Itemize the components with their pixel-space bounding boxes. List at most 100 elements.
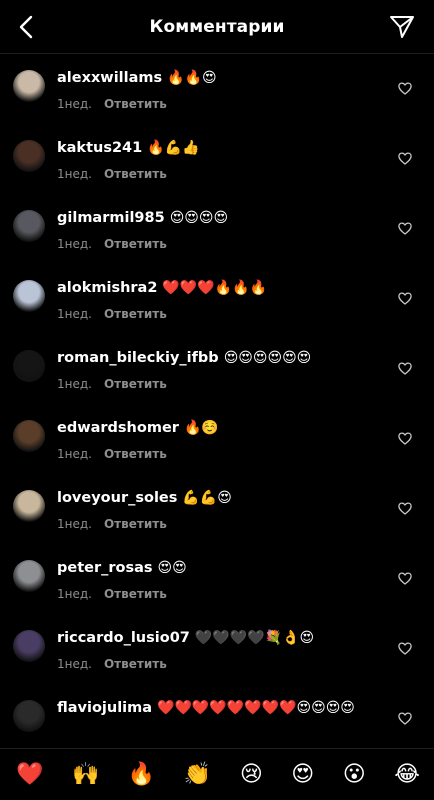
comment-username[interactable]: flaviojulima — [57, 700, 152, 716]
comment-username[interactable]: roman_bileckiy_ifbb — [57, 350, 219, 366]
comment-meta: 1нед. Ответить — [57, 167, 167, 181]
comment-row: flaviojulima ❤️❤️❤️❤️❤️❤️❤️❤️😍😍😍😍 — [0, 684, 434, 748]
comment-body: 😍😍😍😍 — [169, 210, 229, 226]
like-button[interactable] — [398, 572, 412, 586]
avatar[interactable] — [13, 700, 45, 732]
avatar[interactable] — [13, 560, 45, 592]
reply-button[interactable]: Ответить — [104, 377, 167, 391]
like-button[interactable] — [398, 712, 412, 726]
comment-timestamp: 1нед. — [57, 657, 92, 671]
avatar[interactable] — [13, 630, 45, 662]
comment-username[interactable]: peter_rosas — [57, 560, 153, 576]
page-title: Комментарии — [149, 16, 285, 37]
comment-timestamp: 1нед. — [57, 237, 92, 251]
reply-button[interactable]: Ответить — [104, 447, 167, 461]
comment-row: alokmishra2 ❤️❤️❤️🔥🔥🔥 1нед. Ответить — [0, 264, 434, 334]
share-button[interactable] — [388, 13, 416, 41]
avatar[interactable] — [13, 70, 45, 102]
comment-meta: 1нед. Ответить — [57, 517, 167, 531]
emoji-reaction-button[interactable]: ❤️ — [16, 763, 43, 786]
reply-button[interactable]: Ответить — [104, 167, 167, 181]
avatar[interactable] — [13, 140, 45, 172]
avatar-image — [13, 630, 45, 662]
header: Комментарии — [0, 0, 434, 54]
comment-row: alexxwillams 🔥🔥😍 1нед. Ответить — [0, 54, 434, 124]
quick-reaction-bar: ❤️ 🙌 🔥 👏 😢 😍 😮 😂 — [0, 748, 434, 800]
comment-row: peter_rosas 😍😍 1нед. Ответить — [0, 544, 434, 614]
reply-button[interactable]: Ответить — [104, 237, 167, 251]
avatar[interactable] — [13, 210, 45, 242]
comment-username[interactable]: alexxwillams — [57, 70, 162, 86]
emoji-reaction-button[interactable]: 🙌 — [72, 763, 99, 786]
comment-timestamp: 1нед. — [57, 517, 92, 531]
heart-outline-icon — [398, 82, 412, 95]
comment-text-line: alokmishra2 ❤️❤️❤️🔥🔥🔥 — [57, 278, 384, 298]
comment-body: ❤️❤️❤️🔥🔥🔥 — [162, 280, 268, 296]
reply-button[interactable]: Ответить — [104, 517, 167, 531]
like-button[interactable] — [398, 152, 412, 166]
comment-timestamp: 1нед. — [57, 377, 92, 391]
comment-username[interactable]: kaktus241 — [57, 140, 142, 156]
reply-button[interactable]: Ответить — [104, 587, 167, 601]
comment-text-line: peter_rosas 😍😍 — [57, 558, 384, 578]
avatar[interactable] — [13, 350, 45, 382]
chevron-left-icon — [19, 15, 33, 39]
like-button[interactable] — [398, 362, 412, 376]
comment-meta: 1нед. Ответить — [57, 447, 167, 461]
comment-meta: 1нед. Ответить — [57, 97, 167, 111]
avatar-image — [13, 70, 45, 102]
like-button[interactable] — [398, 82, 412, 96]
emoji-reaction-button[interactable]: 😮 — [343, 763, 366, 786]
like-button[interactable] — [398, 222, 412, 236]
comment-timestamp: 1нед. — [57, 167, 92, 181]
comment-username[interactable]: edwardshomer — [57, 420, 179, 436]
emoji-reaction-button[interactable]: 😢 — [240, 763, 263, 786]
reply-button[interactable]: Ответить — [104, 307, 167, 321]
heart-outline-icon — [398, 362, 412, 375]
heart-outline-icon — [398, 152, 412, 165]
comment-body: 🔥☺️ — [183, 420, 219, 436]
comment-timestamp: 1нед. — [57, 587, 92, 601]
comment-username[interactable]: riccardo_lusio07 — [57, 630, 190, 646]
emoji-reaction-button[interactable]: 👏 — [184, 763, 211, 786]
like-button[interactable] — [398, 292, 412, 306]
heart-outline-icon — [398, 712, 412, 725]
comment-text-line: kaktus241 🔥💪👍 — [57, 138, 384, 158]
emoji-reaction-button[interactable]: 🔥 — [128, 763, 155, 786]
emoji-reaction-button[interactable]: 😂 — [394, 763, 420, 786]
comments-list: alexxwillams 🔥🔥😍 1нед. Ответить kaktus241 🔥💪👍… — [0, 54, 434, 748]
avatar[interactable] — [13, 490, 45, 522]
comment-body: 😍😍 — [157, 560, 187, 576]
heart-outline-icon — [398, 222, 412, 235]
avatar-image — [13, 700, 45, 732]
back-button[interactable] — [10, 11, 42, 43]
comment-text-line: edwardshomer 🔥☺️ — [57, 418, 384, 438]
avatar[interactable] — [13, 280, 45, 312]
comment-username[interactable]: gilmarmil985 — [57, 210, 165, 226]
comment-text-line: roman_bileckiy_ifbb 😍😍😍😍😍😍 — [57, 348, 384, 368]
avatar-image — [13, 560, 45, 592]
comment-row: edwardshomer 🔥☺️ 1нед. Ответить — [0, 404, 434, 474]
avatar[interactable] — [13, 420, 45, 452]
reply-button[interactable]: Ответить — [104, 97, 167, 111]
avatar-image — [13, 350, 45, 382]
heart-outline-icon — [398, 502, 412, 515]
comment-username[interactable]: loveyour_soles — [57, 490, 177, 506]
reply-button[interactable]: Ответить — [104, 657, 167, 671]
emoji-reaction-button[interactable]: 😍 — [291, 763, 314, 786]
comment-meta: 1нед. Ответить — [57, 377, 167, 391]
comment-body: 🔥🔥😍 — [167, 70, 217, 86]
like-button[interactable] — [398, 432, 412, 446]
comment-body: 😍😍😍😍😍😍 — [223, 350, 312, 366]
comment-body: 🔥💪👍 — [147, 140, 200, 156]
heart-outline-icon — [398, 572, 412, 585]
like-button[interactable] — [398, 502, 412, 516]
like-button[interactable] — [398, 642, 412, 656]
comment-username[interactable]: alokmishra2 — [57, 280, 157, 296]
heart-outline-icon — [398, 642, 412, 655]
comment-row: riccardo_lusio07 🖤🖤🖤🖤💐👌😍 1нед. Ответить — [0, 614, 434, 684]
paper-plane-icon — [390, 16, 414, 38]
comment-text-line: flaviojulima ❤️❤️❤️❤️❤️❤️❤️❤️😍😍😍😍 — [57, 698, 379, 718]
comment-body: ❤️❤️❤️❤️❤️❤️❤️❤️😍😍😍😍 — [157, 700, 355, 716]
avatar-image — [13, 210, 45, 242]
